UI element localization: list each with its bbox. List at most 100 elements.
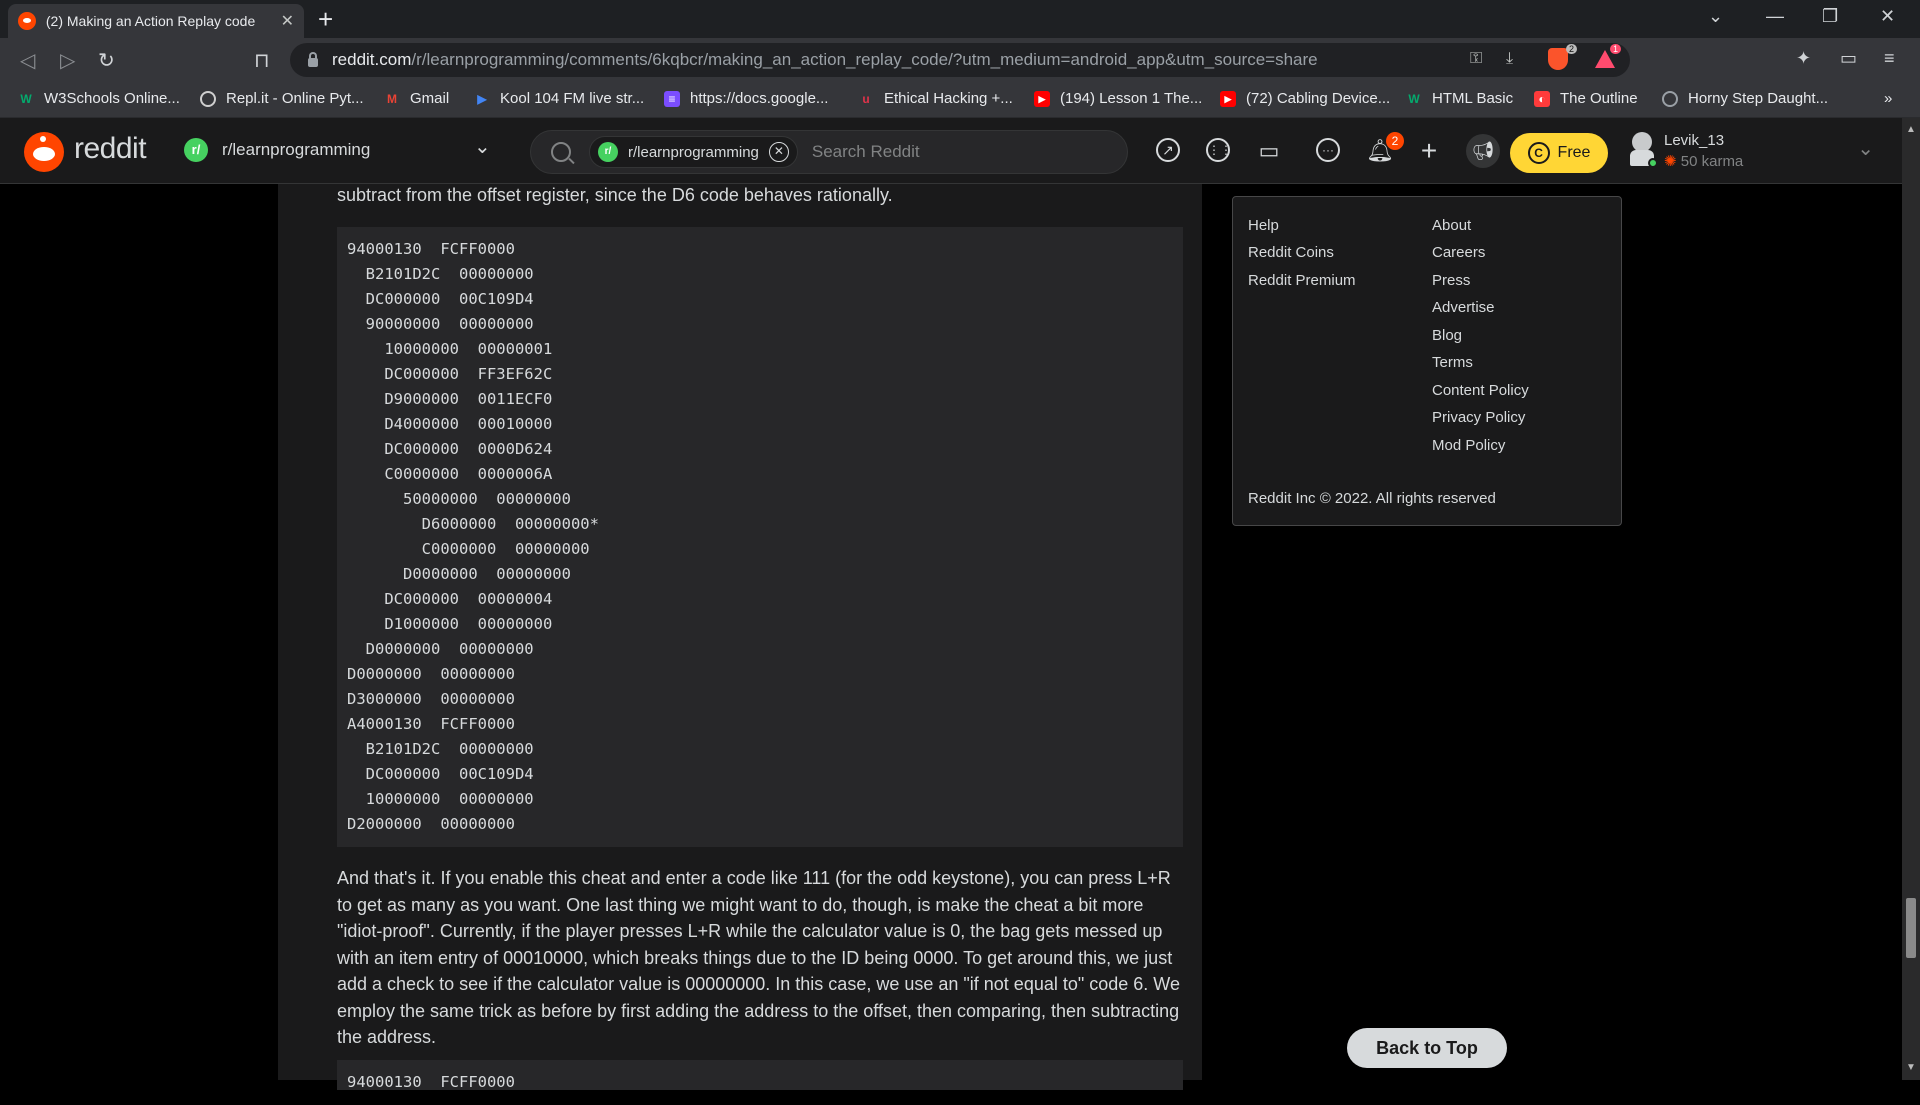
scrollbar-thumb[interactable]	[1906, 898, 1916, 958]
code-block: 94000130 FCFF0000	[337, 1060, 1183, 1091]
free-coins-button[interactable]: C Free	[1510, 133, 1608, 173]
youtube-icon: ▶	[1220, 90, 1236, 107]
footer-link-reddit-coins[interactable]: Reddit Coins	[1248, 244, 1334, 261]
shields-count-badge: 2	[1566, 44, 1578, 54]
footer-link-advertise[interactable]: Advertise	[1432, 299, 1495, 316]
search-input[interactable]	[811, 142, 1112, 162]
browser-toolbar: ◁ ▷ ↻ ⊓ reddit.com/r/learnprogramming/co…	[0, 38, 1920, 82]
footer-link-careers[interactable]: Careers	[1432, 244, 1485, 261]
menu-icon[interactable]: ≡	[1884, 48, 1895, 69]
notification-count-badge: 2	[1386, 132, 1404, 150]
popular-icon[interactable]: ↗	[1156, 138, 1180, 162]
footer-link-help[interactable]: Help	[1248, 217, 1279, 234]
search-community-chip[interactable]: r/ r/learnprogramming ✕	[589, 136, 798, 168]
tab-close-icon[interactable]: ✕	[281, 11, 294, 31]
username: Levik_13	[1664, 132, 1725, 149]
footer-link-privacy-policy[interactable]: Privacy Policy	[1432, 409, 1525, 426]
address-bar[interactable]: reddit.com/r/learnprogramming/comments/6…	[290, 43, 1630, 77]
bookmark-item[interactable]: W HTML Basic	[1406, 90, 1513, 107]
bookmark-item[interactable]: ▶ (194) Lesson 1 The...	[1034, 90, 1202, 107]
brave-shields-icon[interactable]	[1548, 48, 1568, 70]
chevron-down-icon[interactable]: ⌄	[1857, 136, 1874, 161]
bookmark-item[interactable]: ◐ The Outline	[1534, 90, 1638, 107]
clear-chip-icon[interactable]: ✕	[768, 142, 789, 162]
install-icon[interactable]: ⤓	[1506, 50, 1513, 68]
reddit-favicon-icon	[18, 12, 36, 30]
post-paragraph: subtract from the offset register, since…	[337, 185, 893, 205]
gmail-icon: M	[387, 91, 397, 106]
karma-icon: ✺	[1664, 153, 1677, 170]
more-bookmarks-icon[interactable]: »	[1884, 90, 1892, 107]
replit-icon	[200, 90, 216, 107]
window-close-icon[interactable]: ✕	[1880, 6, 1895, 27]
code-block: 94000130 FCFF0000 B2101D2C 00000000 DC00…	[337, 227, 1183, 847]
play-icon: ▶	[477, 91, 487, 106]
stats-icon[interactable]: ⋮⋮	[1206, 138, 1232, 162]
subreddit-icon: r/	[184, 138, 208, 162]
online-status-icon	[1648, 158, 1658, 168]
footer-link-about[interactable]: About	[1432, 217, 1471, 234]
bookmark-item[interactable]: ▶ Kool 104 FM live str...	[474, 90, 644, 107]
karma-count: ✺ 50 karma	[1664, 153, 1744, 170]
footer-link-content-policy[interactable]: Content Policy	[1432, 382, 1529, 399]
reddit-wordmark[interactable]: reddit	[74, 132, 147, 166]
udemy-icon: u	[862, 91, 870, 106]
tab-search-icon[interactable]: ⌄	[1708, 6, 1723, 27]
bookmark-item[interactable]: ▶ (72) Cabling Device...	[1220, 90, 1390, 107]
bookmark-item[interactable]: M Gmail	[384, 90, 449, 107]
code-text: 94000130 FCFF0000	[347, 1073, 515, 1091]
url-host: reddit.com	[332, 50, 412, 69]
wallet-icon[interactable]: ▭	[1840, 48, 1857, 69]
footer-links-card: Help Reddit Coins Reddit Premium About C…	[1232, 196, 1622, 526]
globe-icon	[1662, 90, 1678, 107]
reddit-logo-icon[interactable]	[24, 132, 64, 172]
bookmark-item[interactable]: ≡ https://docs.google...	[664, 90, 828, 107]
community-name: r/learnprogramming	[222, 140, 371, 159]
post-paragraph: And that's it. If you enable this cheat …	[337, 868, 1180, 1047]
forward-icon[interactable]: ▷	[60, 48, 75, 73]
chevron-down-icon[interactable]: ⌄	[474, 134, 491, 159]
create-post-icon[interactable]: +	[1416, 137, 1442, 165]
url-path: /r/learnprogramming/comments/6kqbcr/maki…	[411, 50, 1318, 69]
community-selector[interactable]: r/ r/learnprogramming	[184, 138, 370, 162]
coin-icon: C	[1527, 142, 1550, 164]
code-text: 94000130 FCFF0000 B2101D2C 00000000 DC00…	[347, 240, 599, 833]
chat-icon[interactable]: ···	[1316, 138, 1340, 162]
copyright-text: Reddit Inc © 2022. All rights reserved	[1248, 490, 1496, 507]
minimize-icon[interactable]: —	[1766, 6, 1784, 27]
search-bar[interactable]: r/ r/learnprogramming ✕	[530, 130, 1128, 174]
advertise-megaphone-icon[interactable]: 📢︎	[1466, 134, 1500, 168]
new-tab-icon[interactable]: +	[318, 4, 333, 35]
subreddit-icon: r/	[598, 142, 618, 162]
footer-link-mod-policy[interactable]: Mod Policy	[1432, 437, 1505, 454]
extensions-icon[interactable]: ✦	[1796, 48, 1811, 69]
back-icon[interactable]: ◁	[20, 48, 35, 73]
bookmark-item[interactable]: Horny Step Daught...	[1662, 90, 1828, 107]
bookmarks-bar: W W3Schools Online... Repl.it - Online Py…	[0, 82, 1920, 118]
search-icon	[551, 142, 571, 162]
footer-link-terms[interactable]: Terms	[1432, 354, 1473, 371]
footer-link-reddit-premium[interactable]: Reddit Premium	[1248, 272, 1356, 289]
page-scrollbar[interactable]: ▲ ▼	[1902, 118, 1920, 1080]
bookmark-item[interactable]: W W3Schools Online...	[18, 90, 180, 107]
back-to-top-button[interactable]: Back to Top	[1347, 1028, 1507, 1068]
rewards-count-badge: 1	[1610, 44, 1622, 54]
lock-icon	[308, 51, 318, 67]
scroll-down-icon[interactable]: ▼	[1906, 1062, 1916, 1073]
footer-link-blog[interactable]: Blog	[1432, 327, 1462, 344]
user-menu[interactable]: Levik_13 ✺ 50 karma ⌄	[1626, 128, 1874, 174]
tab-title: (2) Making an Action Replay code	[45, 13, 256, 29]
chip-label: r/learnprogramming	[628, 143, 759, 161]
w3schools-icon: W	[20, 91, 32, 106]
footer-link-press[interactable]: Press	[1432, 272, 1470, 289]
browser-tab[interactable]: (2) Making an Action Replay code ✕	[8, 4, 304, 38]
restore-icon[interactable]: ❐	[1822, 6, 1838, 27]
bookmark-icon[interactable]: ⊓	[254, 48, 270, 73]
key-icon[interactable]: ⚿	[1470, 50, 1482, 68]
bookmark-item[interactable]: u Ethical Hacking +...	[858, 90, 1012, 107]
reload-icon[interactable]: ↻	[98, 48, 115, 73]
reddit-header: reddit r/ r/learnprogramming ⌄ r/ r/lear…	[0, 118, 1902, 184]
bookmark-item[interactable]: Repl.it - Online Pyt...	[200, 90, 364, 107]
live-icon[interactable]: ▭	[1256, 138, 1282, 164]
scroll-up-icon[interactable]: ▲	[1906, 124, 1916, 135]
